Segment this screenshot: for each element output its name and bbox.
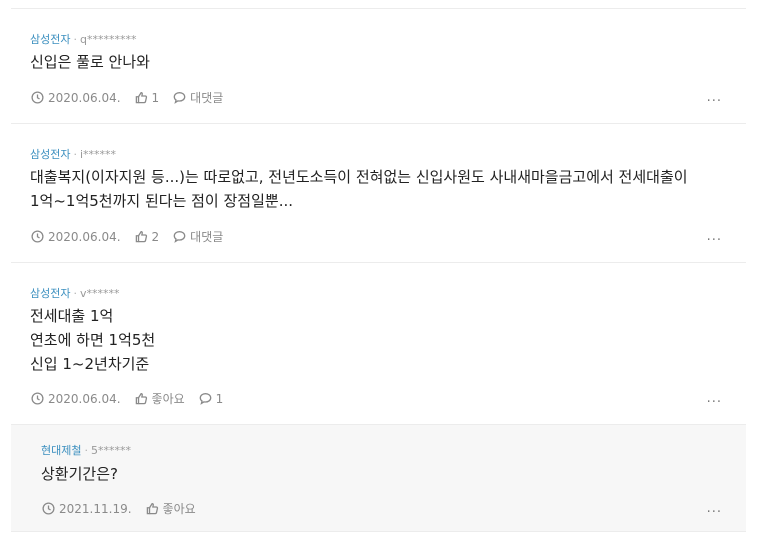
comment-author: 삼성전자 · i****** (30, 146, 116, 162)
comment-meta: 2020.06.04. 2 대댓글 (31, 228, 237, 245)
author-separator: · (73, 148, 77, 161)
comment-author: 삼성전자 · q********* (30, 31, 136, 47)
clock-icon (31, 392, 44, 405)
more-options-icon[interactable]: ... (707, 392, 722, 405)
comment-body: 전세대출 1억 연초에 하면 1억5천 신입 1~2년차기준 (30, 304, 155, 376)
like-button[interactable]: 좋아요 (135, 390, 185, 407)
reply-item: 현대제철 · 5****** 상환기간은? 2021.11.19. 좋아요 ... (11, 425, 746, 532)
comment-date-text: 2020.06.04. (48, 229, 121, 244)
comment-body: 대출복지(이자지원 등...)는 따로없고, 전년도소득이 전혀없는 신입사원도… (30, 165, 688, 213)
author-separator: · (84, 444, 88, 457)
comment-line: 신입 1~2년차기준 (30, 355, 150, 373)
comment-list: 삼성전자 · q********* 신입은 풀로 안나와 2020.06.04. 1… (11, 8, 746, 532)
author-separator: · (73, 287, 77, 300)
comment-line: 연초에 하면 1억5천 (30, 331, 156, 349)
comment-line: 상환기간은? (41, 465, 118, 483)
clock-icon (31, 91, 44, 104)
comment-date-text: 2021.11.19. (59, 501, 132, 516)
thumbs-up-icon (135, 231, 147, 243)
comment-body: 신입은 풀로 안나와 (30, 50, 150, 74)
comment-line: 전세대출 1억 (30, 307, 114, 325)
more-options-icon[interactable]: ... (707, 230, 722, 243)
comment-item: 삼성전자 · v****** 전세대출 1억 연초에 하면 1억5천 신입 1~2년… (11, 263, 746, 425)
author-company[interactable]: 현대제철 (41, 444, 81, 457)
comment-author: 현대제철 · 5****** (41, 442, 131, 458)
more-options-icon[interactable]: ... (707, 502, 722, 515)
comment-line: 1억~1억5천까지 된다는 점이 장점일뿐... (30, 192, 294, 210)
speech-bubble-icon (173, 92, 186, 104)
thumbs-up-icon (146, 503, 158, 515)
reply-label: 대댓글 (190, 230, 224, 244)
thumbs-up-icon (135, 92, 147, 104)
reply-label: 대댓글 (190, 91, 224, 105)
comment-date: 2021.11.19. (42, 502, 132, 516)
comment-line: 대출복지(이자지원 등...)는 따로없고, 전년도소득이 전혀없는 신입사원도… (30, 168, 688, 186)
speech-bubble-icon (199, 393, 212, 405)
comment-item: 삼성전자 · i****** 대출복지(이자지원 등...)는 따로없고, 전년도소… (11, 124, 746, 263)
comment-author: 삼성전자 · v****** (30, 285, 120, 301)
comment-date: 2020.06.04. (31, 392, 121, 406)
more-options-icon[interactable]: ... (707, 91, 722, 104)
comment-meta: 2020.06.04. 1 대댓글 (31, 89, 237, 106)
author-user: q********* (79, 33, 137, 46)
clock-icon (42, 502, 55, 515)
author-user: 5****** (90, 444, 131, 457)
author-company[interactable]: 삼성전자 (30, 287, 70, 300)
comment-date-text: 2020.06.04. (48, 391, 121, 406)
author-company[interactable]: 삼성전자 (30, 148, 70, 161)
like-count: 좋아요 (162, 502, 196, 516)
author-separator: · (73, 33, 77, 46)
thumbs-up-icon (135, 393, 147, 405)
author-company[interactable]: 삼성전자 (30, 33, 70, 46)
reply-button[interactable]: 대댓글 (173, 89, 223, 106)
comment-date: 2020.06.04. (31, 91, 121, 105)
like-button[interactable]: 좋아요 (146, 500, 196, 517)
comment-item: 삼성전자 · q********* 신입은 풀로 안나와 2020.06.04. 1… (11, 9, 746, 124)
reply-button[interactable]: 대댓글 (173, 228, 223, 245)
comment-line: 신입은 풀로 안나와 (30, 53, 150, 71)
comment-date: 2020.06.04. (31, 230, 121, 244)
like-button[interactable]: 2 (135, 229, 160, 244)
comment-meta: 2020.06.04. 좋아요 1 (31, 390, 237, 407)
comment-date-text: 2020.06.04. (48, 90, 121, 105)
like-count: 1 (151, 90, 160, 105)
like-count: 2 (151, 229, 160, 244)
clock-icon (31, 230, 44, 243)
reply-button[interactable]: 1 (199, 391, 224, 406)
author-user: v****** (79, 287, 120, 300)
comment-meta: 2021.11.19. 좋아요 (42, 500, 210, 517)
author-user: i****** (79, 148, 117, 161)
like-count: 좋아요 (151, 392, 185, 406)
speech-bubble-icon (173, 231, 186, 243)
reply-count: 1 (215, 391, 224, 406)
like-button[interactable]: 1 (135, 90, 160, 105)
comment-body: 상환기간은? (41, 462, 118, 486)
